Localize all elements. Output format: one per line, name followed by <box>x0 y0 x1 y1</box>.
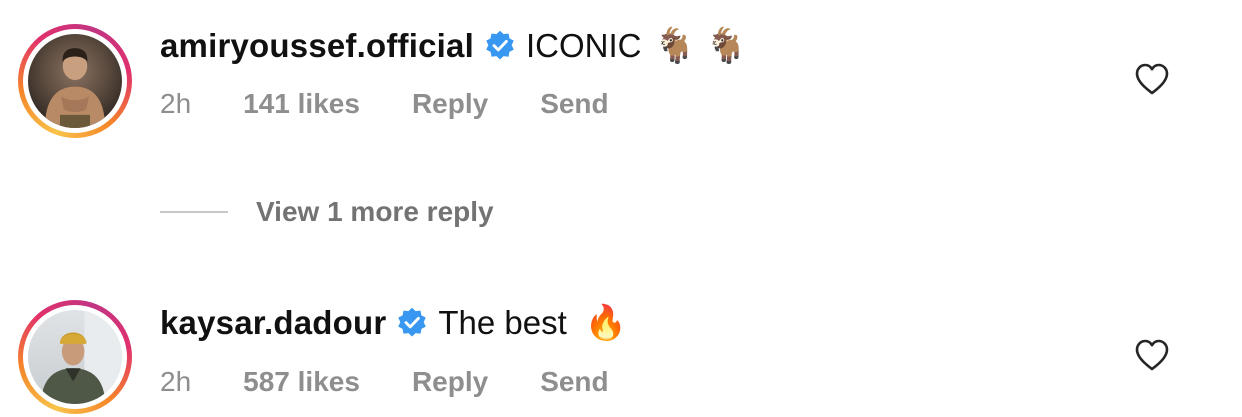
divider-line <box>160 211 228 213</box>
username[interactable]: amiryoussef.official <box>160 27 474 65</box>
likes-count[interactable]: 141 likes <box>243 88 360 120</box>
reply-button[interactable]: Reply <box>412 366 488 398</box>
comment-timestamp: 2h <box>160 366 192 397</box>
comment-timestamp: 2h <box>160 88 192 119</box>
verified-badge-icon <box>486 30 514 60</box>
likes-count[interactable]: 587 likes <box>243 366 360 398</box>
comment-text: ICONIC <box>525 27 642 64</box>
view-more-replies-label: View 1 more reply <box>256 196 494 227</box>
goat-emoji-icon: 🐐 🐐 <box>653 27 748 65</box>
avatar[interactable] <box>18 300 132 414</box>
comment-text: The best <box>438 304 567 341</box>
avatar-image <box>28 310 122 404</box>
fire-emoji-icon: 🔥 <box>584 304 628 342</box>
comment-item: amiryoussef.official ICONIC 🐐 🐐 2h 141 l… <box>0 0 1242 140</box>
send-button[interactable]: Send <box>540 88 608 120</box>
reply-button[interactable]: Reply <box>412 88 488 120</box>
person-silhouette-icon <box>44 48 106 128</box>
username[interactable]: kaysar.dadour <box>160 304 386 342</box>
send-button[interactable]: Send <box>540 366 608 398</box>
avatar[interactable] <box>18 24 132 138</box>
person-silhouette-icon <box>41 310 122 404</box>
comment-item: kaysar.dadour The best 🔥 2h 587 likes Re… <box>0 276 1242 416</box>
heart-icon[interactable] <box>1134 338 1170 372</box>
view-more-replies[interactable]: View 1 more reply <box>160 194 494 230</box>
heart-icon[interactable] <box>1134 62 1170 96</box>
verified-badge-icon <box>398 307 427 337</box>
avatar-image <box>28 34 122 128</box>
